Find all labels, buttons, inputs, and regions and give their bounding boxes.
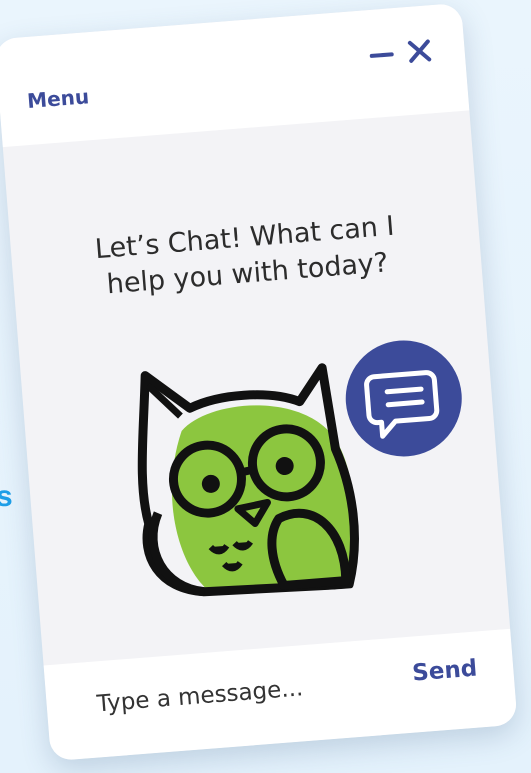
chat-header: Menu <box>0 2 470 148</box>
window-controls <box>366 35 436 70</box>
message-input[interactable] <box>93 662 370 726</box>
chat-widget: Menu Let’s Chat! What can I help you wit… <box>0 2 518 762</box>
menu-link[interactable]: Menu <box>26 84 90 113</box>
message-composer: Send <box>43 628 518 762</box>
chat-bubble-icon[interactable] <box>339 334 468 463</box>
chat-prompt: Let’s Chat! What can I help you with tod… <box>10 202 482 310</box>
owl-mascot-icon <box>137 363 359 597</box>
minimize-icon[interactable] <box>366 38 398 70</box>
send-button[interactable]: Send <box>405 651 484 691</box>
close-icon[interactable] <box>403 35 435 67</box>
background-text-fragment: s <box>0 480 13 513</box>
